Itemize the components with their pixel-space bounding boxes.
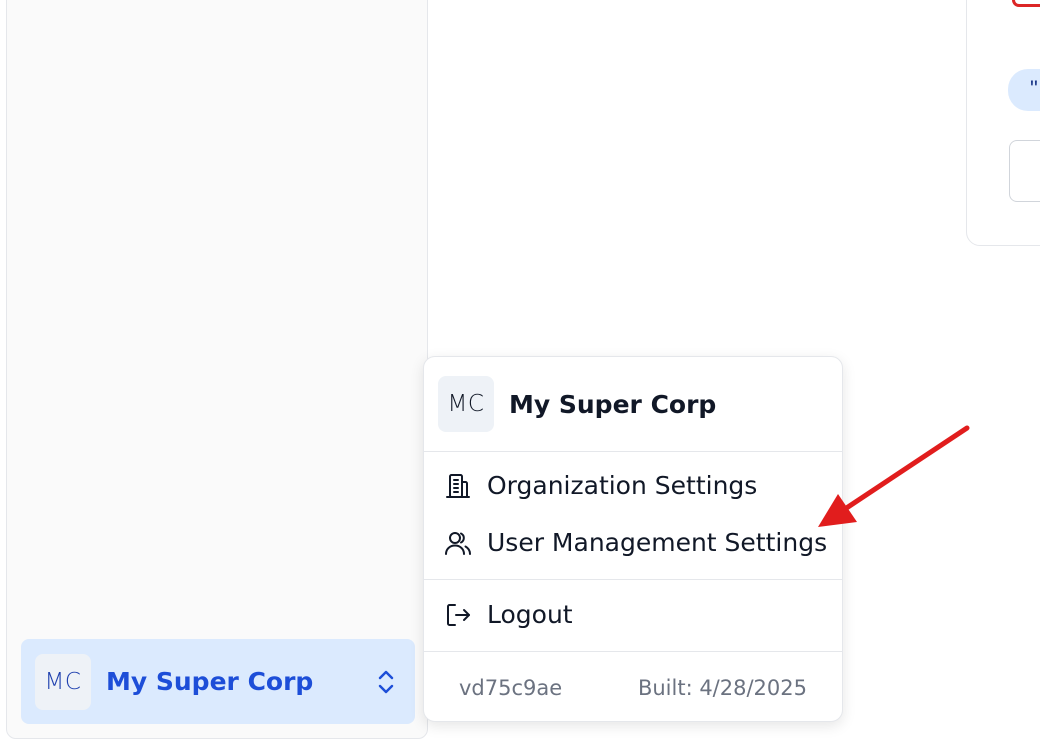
build-date-text: Built: 4/28/2025	[637, 676, 807, 700]
logout-icon	[444, 601, 472, 629]
sidebar	[6, 0, 428, 739]
org-dropdown-menu: MC My Super Corp Organization Settings U…	[423, 356, 843, 722]
divider	[424, 651, 842, 652]
chevron-up-down-icon	[378, 670, 394, 694]
divider	[424, 579, 842, 580]
menu-item-label: Organization Settings	[487, 471, 758, 500]
text-input[interactable]	[1009, 140, 1040, 202]
org-name: My Super Corp	[106, 667, 314, 696]
suggestion-chip[interactable]: "	[1008, 69, 1040, 111]
chip-text: "	[1030, 76, 1038, 101]
avatar: MC	[35, 653, 91, 710]
menu-item-organization-settings[interactable]: Organization Settings	[444, 471, 757, 500]
org-switcher-button[interactable]: MC My Super Corp	[21, 639, 415, 724]
users-icon	[444, 529, 472, 557]
content-card	[966, 0, 1040, 246]
building-icon	[444, 472, 472, 500]
menu-header: MC My Super Corp	[438, 376, 716, 432]
brand-logo	[1012, 0, 1040, 7]
menu-org-name: My Super Corp	[509, 389, 717, 419]
app-stage: MC My Super Corp " MC My Super Corp Orga…	[0, 0, 1040, 747]
menu-item-label: User Management Settings	[487, 528, 828, 557]
menu-footer: vd75c9ae Built: 4/28/2025	[424, 669, 842, 709]
menu-item-logout[interactable]: Logout	[444, 600, 573, 629]
divider	[424, 451, 842, 452]
menu-item-label: Logout	[487, 600, 573, 629]
avatar: MC	[438, 376, 494, 432]
menu-item-user-management-settings[interactable]: User Management Settings	[444, 528, 827, 557]
version-text: vd75c9ae	[459, 676, 563, 700]
